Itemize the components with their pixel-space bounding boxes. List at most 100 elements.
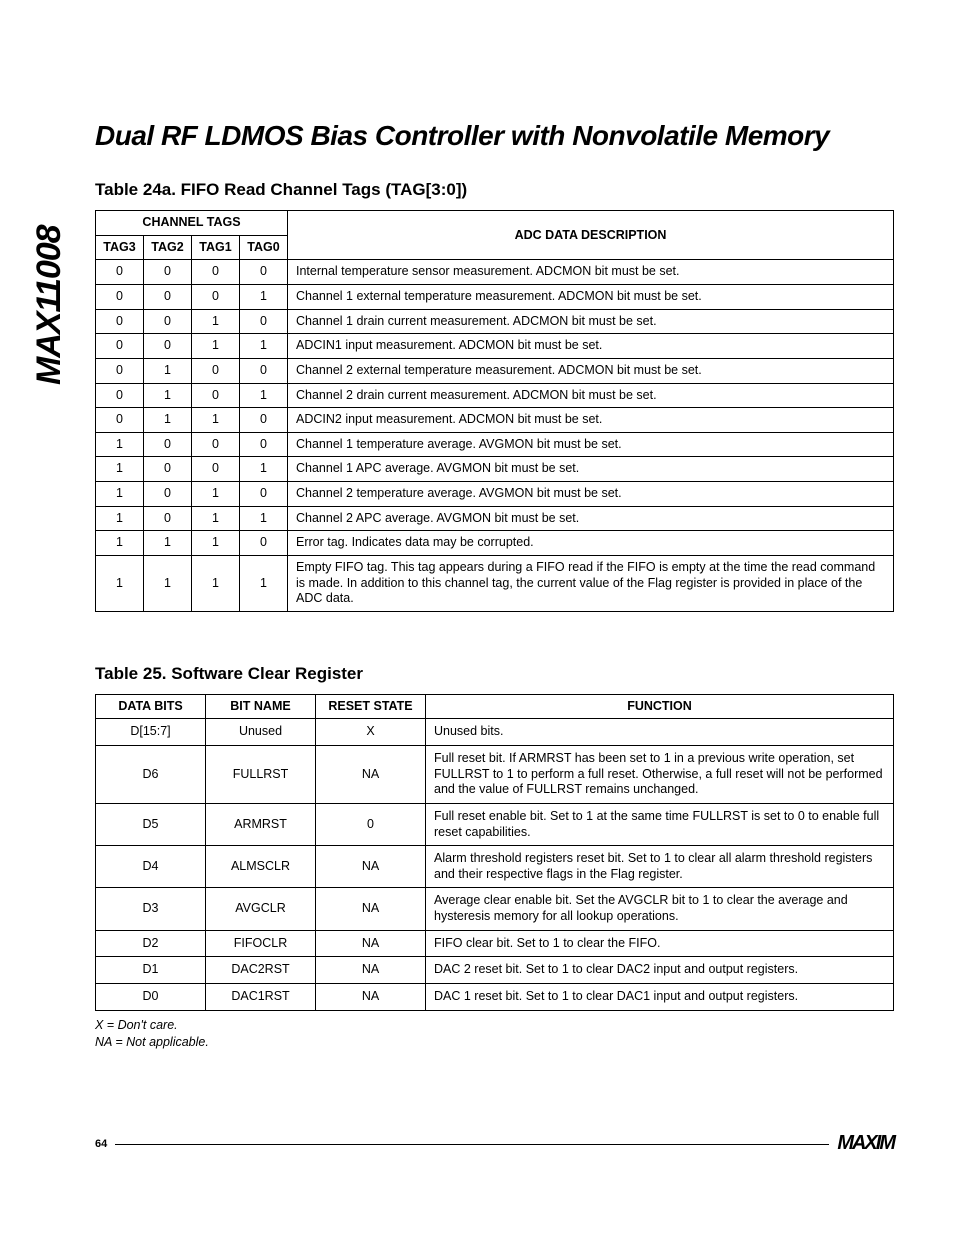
cell: 0 (192, 358, 240, 383)
cell: 1 (240, 334, 288, 359)
cell: 1 (96, 457, 144, 482)
cell: NA (316, 746, 426, 804)
table-row: 0011ADCIN1 input measurement. ADCMON bit… (96, 334, 894, 359)
cell: DAC 2 reset bit. Set to 1 to clear DAC2 … (426, 957, 894, 984)
table-row: 1011Channel 2 APC average. AVGMON bit mu… (96, 506, 894, 531)
cell-description: Channel 2 external temperature measureme… (288, 358, 894, 383)
cell: 0 (96, 383, 144, 408)
cell: 0 (144, 506, 192, 531)
cell: FIFO clear bit. Set to 1 to clear the FI… (426, 930, 894, 957)
table-row: D3AVGCLRNAAverage clear enable bit. Set … (96, 888, 894, 930)
cell-description: Channel 2 temperature average. AVGMON bi… (288, 482, 894, 507)
cell: ALMSCLR (206, 846, 316, 888)
cell: 0 (240, 408, 288, 433)
cell-description: ADCIN2 input measurement. ADCMON bit mus… (288, 408, 894, 433)
table-row: 0001Channel 1 external temperature measu… (96, 285, 894, 310)
table-row: 1001Channel 1 APC average. AVGMON bit mu… (96, 457, 894, 482)
col-function: FUNCTION (426, 694, 894, 719)
cell: 0 (192, 457, 240, 482)
cell: 1 (192, 506, 240, 531)
cell: AVGCLR (206, 888, 316, 930)
cell: 0 (144, 457, 192, 482)
cell: 0 (96, 285, 144, 310)
cell: 0 (240, 432, 288, 457)
col-adc-data-description: ADC DATA DESCRIPTION (288, 211, 894, 260)
cell: FIFOCLR (206, 930, 316, 957)
col-bit-name: BIT NAME (206, 694, 316, 719)
table-row: D6FULLRSTNAFull reset bit. If ARMRST has… (96, 746, 894, 804)
cell: DAC1RST (206, 983, 316, 1010)
table-row: D[15:7]UnusedXUnused bits. (96, 719, 894, 746)
col-tag3: TAG3 (96, 235, 144, 260)
table-row: 0110ADCIN2 input measurement. ADCMON bit… (96, 408, 894, 433)
cell-description: Channel 2 APC average. AVGMON bit must b… (288, 506, 894, 531)
table-row: 1010Channel 2 temperature average. AVGMO… (96, 482, 894, 507)
cell: Full reset bit. If ARMRST has been set t… (426, 746, 894, 804)
col-tag1: TAG1 (192, 235, 240, 260)
cell-description: Internal temperature sensor measurement.… (288, 260, 894, 285)
table-row: D4ALMSCLRNAAlarm threshold registers res… (96, 846, 894, 888)
cell: D0 (96, 983, 206, 1010)
cell: Unused (206, 719, 316, 746)
cell: 1 (192, 408, 240, 433)
cell: 1 (192, 482, 240, 507)
cell: 1 (240, 506, 288, 531)
cell-description: Channel 2 drain current measurement. ADC… (288, 383, 894, 408)
table-row: D1DAC2RSTNADAC 2 reset bit. Set to 1 to … (96, 957, 894, 984)
cell: 0 (192, 285, 240, 310)
cell-description: Channel 1 temperature average. AVGMON bi… (288, 432, 894, 457)
table-row: D5ARMRST0Full reset enable bit. Set to 1… (96, 803, 894, 845)
col-data-bits: DATA BITS (96, 694, 206, 719)
cell: 1 (96, 432, 144, 457)
cell: 1 (192, 309, 240, 334)
cell-description: Channel 1 APC average. AVGMON bit must b… (288, 457, 894, 482)
footnote-na: NA = Not applicable. (95, 1034, 894, 1052)
cell: D4 (96, 846, 206, 888)
table-row: D0DAC1RSTNADAC 1 reset bit. Set to 1 to … (96, 983, 894, 1010)
cell: 1 (192, 334, 240, 359)
cell: Average clear enable bit. Set the AVGCLR… (426, 888, 894, 930)
cell-description: ADCIN1 input measurement. ADCMON bit mus… (288, 334, 894, 359)
cell: 0 (144, 285, 192, 310)
table-25: DATA BITS BIT NAME RESET STATE FUNCTION … (95, 694, 894, 1011)
cell: 1 (96, 506, 144, 531)
cell: NA (316, 930, 426, 957)
cell: 0 (240, 482, 288, 507)
table-25-footnotes: X = Don't care. NA = Not applicable. (95, 1017, 894, 1052)
cell: 0 (96, 260, 144, 285)
cell: DAC 1 reset bit. Set to 1 to clear DAC1 … (426, 983, 894, 1010)
table-row: 0010Channel 1 drain current measurement.… (96, 309, 894, 334)
table-24a: CHANNEL TAGS ADC DATA DESCRIPTION TAG3 T… (95, 210, 894, 612)
cell: 0 (144, 432, 192, 457)
col-tag2: TAG2 (144, 235, 192, 260)
footer-rule (115, 1144, 829, 1145)
cell: FULLRST (206, 746, 316, 804)
cell: 1 (144, 531, 192, 556)
cell: 0 (144, 482, 192, 507)
cell: 0 (144, 260, 192, 285)
cell: 0 (192, 383, 240, 408)
table-row: D2FIFOCLRNAFIFO clear bit. Set to 1 to c… (96, 930, 894, 957)
cell: 0 (240, 260, 288, 285)
col-tag0: TAG0 (240, 235, 288, 260)
cell-description: Error tag. Indicates data may be corrupt… (288, 531, 894, 556)
page-number: 64 (95, 1138, 107, 1150)
page-footer: 64 MAXIM (95, 1132, 894, 1155)
cell: D6 (96, 746, 206, 804)
cell: X (316, 719, 426, 746)
cell: 1 (144, 358, 192, 383)
cell: 1 (144, 408, 192, 433)
cell: 0 (96, 309, 144, 334)
cell: 1 (96, 531, 144, 556)
cell: 1 (192, 555, 240, 611)
table-row: 1110Error tag. Indicates data may be cor… (96, 531, 894, 556)
table-row: 0100Channel 2 external temperature measu… (96, 358, 894, 383)
cell: Unused bits. (426, 719, 894, 746)
table-24a-caption: Table 24a. FIFO Read Channel Tags (TAG[3… (95, 180, 894, 200)
cell: 0 (144, 309, 192, 334)
cell: 1 (240, 285, 288, 310)
cell: Full reset enable bit. Set to 1 at the s… (426, 803, 894, 845)
cell: 0 (96, 408, 144, 433)
cell: 1 (240, 555, 288, 611)
cell: 1 (96, 482, 144, 507)
